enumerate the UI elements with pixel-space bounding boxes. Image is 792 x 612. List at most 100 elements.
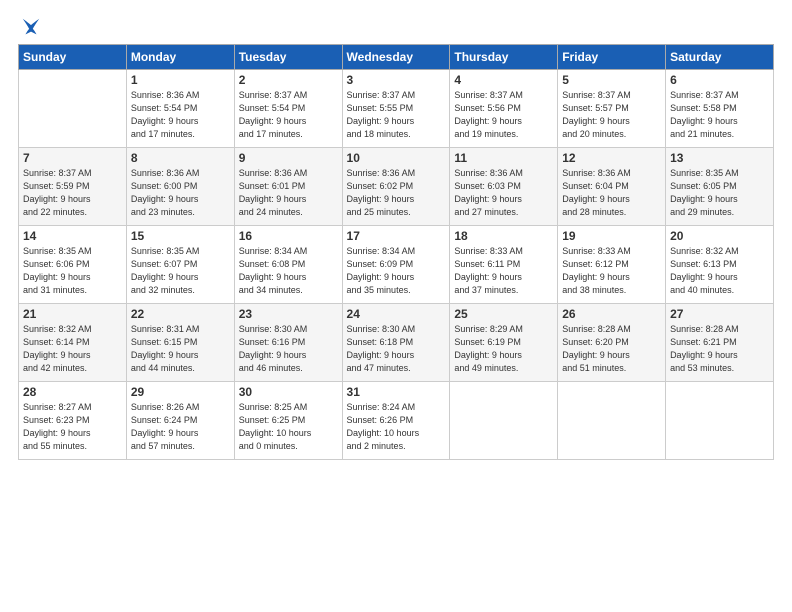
cell-content: Sunrise: 8:36 AM Sunset: 6:01 PM Dayligh… [239, 167, 338, 219]
calendar-cell [666, 382, 774, 460]
calendar-cell: 23 Sunrise: 8:30 AM Sunset: 6:16 PM Dayli… [234, 304, 342, 382]
cell-content: Sunrise: 8:36 AM Sunset: 6:00 PM Dayligh… [131, 167, 230, 219]
calendar-cell: 13Sunrise: 8:35 AM Sunset: 6:05 PM Dayli… [666, 148, 774, 226]
calendar-cell: 19 Sunrise: 8:33 AM Sunset: 6:12 PM Dayli… [558, 226, 666, 304]
day-number: 14 [23, 229, 122, 243]
calendar-cell: 4 Sunrise: 8:37 AM Sunset: 5:56 PM Daylig… [450, 70, 558, 148]
calendar-cell: 21 Sunrise: 8:32 AM Sunset: 6:14 PM Dayli… [19, 304, 127, 382]
day-number: 7 [23, 151, 122, 165]
page: SundayMondayTuesdayWednesdayThursdayFrid… [0, 0, 792, 612]
day-number: 19 [562, 229, 661, 243]
day-number: 31 [347, 385, 446, 399]
calendar-cell: 15 Sunrise: 8:35 AM Sunset: 6:07 PM Dayli… [126, 226, 234, 304]
day-number: 27 [670, 307, 769, 321]
cell-content: Sunrise: 8:37 AM Sunset: 5:56 PM Dayligh… [454, 89, 553, 141]
cell-content: Sunrise: 8:37 AM Sunset: 5:59 PM Dayligh… [23, 167, 122, 219]
weekday-header-thursday: Thursday [450, 45, 558, 70]
week-row-4: 21 Sunrise: 8:32 AM Sunset: 6:14 PM Dayli… [19, 304, 774, 382]
day-number: 25 [454, 307, 553, 321]
calendar-cell: 9 Sunrise: 8:36 AM Sunset: 6:01 PM Daylig… [234, 148, 342, 226]
cell-content: Sunrise: 8:30 AM Sunset: 6:16 PM Dayligh… [239, 323, 338, 375]
calendar-cell [450, 382, 558, 460]
calendar-cell: 11 Sunrise: 8:36 AM Sunset: 6:03 PM Dayli… [450, 148, 558, 226]
cell-content: Sunrise: 8:27 AM Sunset: 6:23 PM Dayligh… [23, 401, 122, 453]
calendar-cell: 14Sunrise: 8:35 AM Sunset: 6:06 PM Dayli… [19, 226, 127, 304]
calendar-cell: 8 Sunrise: 8:36 AM Sunset: 6:00 PM Daylig… [126, 148, 234, 226]
day-number: 4 [454, 73, 553, 87]
cell-content: Sunrise: 8:32 AM Sunset: 6:13 PM Dayligh… [670, 245, 769, 297]
day-number: 17 [347, 229, 446, 243]
day-number: 2 [239, 73, 338, 87]
day-number: 26 [562, 307, 661, 321]
cell-content: Sunrise: 8:31 AM Sunset: 6:15 PM Dayligh… [131, 323, 230, 375]
day-number: 3 [347, 73, 446, 87]
calendar-table: SundayMondayTuesdayWednesdayThursdayFrid… [18, 44, 774, 460]
calendar-cell: 27Sunrise: 8:28 AM Sunset: 6:21 PM Dayli… [666, 304, 774, 382]
calendar-cell: 22 Sunrise: 8:31 AM Sunset: 6:15 PM Dayli… [126, 304, 234, 382]
week-row-5: 28 Sunrise: 8:27 AM Sunset: 6:23 PM Dayli… [19, 382, 774, 460]
weekday-header-monday: Monday [126, 45, 234, 70]
weekday-header-friday: Friday [558, 45, 666, 70]
weekday-header-row: SundayMondayTuesdayWednesdayThursdayFrid… [19, 45, 774, 70]
calendar-cell: 6Sunrise: 8:37 AM Sunset: 5:58 PM Daylig… [666, 70, 774, 148]
cell-content: Sunrise: 8:32 AM Sunset: 6:14 PM Dayligh… [23, 323, 122, 375]
calendar-cell: 7 Sunrise: 8:37 AM Sunset: 5:59 PM Daylig… [19, 148, 127, 226]
day-number: 12 [562, 151, 661, 165]
calendar-cell: 16 Sunrise: 8:34 AM Sunset: 6:08 PM Dayli… [234, 226, 342, 304]
weekday-header-wednesday: Wednesday [342, 45, 450, 70]
calendar-cell: 30 Sunrise: 8:25 AM Sunset: 6:25 PM Dayli… [234, 382, 342, 460]
day-number: 8 [131, 151, 230, 165]
cell-content: Sunrise: 8:33 AM Sunset: 6:11 PM Dayligh… [454, 245, 553, 297]
calendar-cell [19, 70, 127, 148]
cell-content: Sunrise: 8:35 AM Sunset: 6:07 PM Dayligh… [131, 245, 230, 297]
day-number: 22 [131, 307, 230, 321]
calendar-cell: 26 Sunrise: 8:28 AM Sunset: 6:20 PM Dayli… [558, 304, 666, 382]
day-number: 9 [239, 151, 338, 165]
week-row-3: 14Sunrise: 8:35 AM Sunset: 6:06 PM Dayli… [19, 226, 774, 304]
week-row-2: 7 Sunrise: 8:37 AM Sunset: 5:59 PM Daylig… [19, 148, 774, 226]
cell-content: Sunrise: 8:26 AM Sunset: 6:24 PM Dayligh… [131, 401, 230, 453]
weekday-header-tuesday: Tuesday [234, 45, 342, 70]
day-number: 28 [23, 385, 122, 399]
cell-content: Sunrise: 8:37 AM Sunset: 5:55 PM Dayligh… [347, 89, 446, 141]
cell-content: Sunrise: 8:25 AM Sunset: 6:25 PM Dayligh… [239, 401, 338, 453]
day-number: 15 [131, 229, 230, 243]
day-number: 21 [23, 307, 122, 321]
day-number: 11 [454, 151, 553, 165]
cell-content: Sunrise: 8:36 AM Sunset: 5:54 PM Dayligh… [131, 89, 230, 141]
calendar-cell: 20 Sunrise: 8:32 AM Sunset: 6:13 PM Dayli… [666, 226, 774, 304]
cell-content: Sunrise: 8:34 AM Sunset: 6:08 PM Dayligh… [239, 245, 338, 297]
day-number: 23 [239, 307, 338, 321]
day-number: 1 [131, 73, 230, 87]
day-number: 16 [239, 229, 338, 243]
cell-content: Sunrise: 8:33 AM Sunset: 6:12 PM Dayligh… [562, 245, 661, 297]
cell-content: Sunrise: 8:34 AM Sunset: 6:09 PM Dayligh… [347, 245, 446, 297]
cell-content: Sunrise: 8:28 AM Sunset: 6:20 PM Dayligh… [562, 323, 661, 375]
cell-content: Sunrise: 8:37 AM Sunset: 5:54 PM Dayligh… [239, 89, 338, 141]
day-number: 5 [562, 73, 661, 87]
calendar-cell: 25 Sunrise: 8:29 AM Sunset: 6:19 PM Dayli… [450, 304, 558, 382]
day-number: 18 [454, 229, 553, 243]
day-number: 30 [239, 385, 338, 399]
header [18, 16, 774, 34]
calendar-cell [558, 382, 666, 460]
calendar-cell: 1 Sunrise: 8:36 AM Sunset: 5:54 PM Daylig… [126, 70, 234, 148]
calendar-cell: 31 Sunrise: 8:24 AM Sunset: 6:26 PM Dayli… [342, 382, 450, 460]
logo [18, 16, 42, 34]
calendar-cell: 29 Sunrise: 8:26 AM Sunset: 6:24 PM Dayli… [126, 382, 234, 460]
calendar-cell: 2 Sunrise: 8:37 AM Sunset: 5:54 PM Daylig… [234, 70, 342, 148]
day-number: 29 [131, 385, 230, 399]
cell-content: Sunrise: 8:29 AM Sunset: 6:19 PM Dayligh… [454, 323, 553, 375]
calendar-cell: 10 Sunrise: 8:36 AM Sunset: 6:02 PM Dayli… [342, 148, 450, 226]
weekday-header-sunday: Sunday [19, 45, 127, 70]
day-number: 20 [670, 229, 769, 243]
calendar-cell: 18 Sunrise: 8:33 AM Sunset: 6:11 PM Dayli… [450, 226, 558, 304]
cell-content: Sunrise: 8:36 AM Sunset: 6:02 PM Dayligh… [347, 167, 446, 219]
cell-content: Sunrise: 8:24 AM Sunset: 6:26 PM Dayligh… [347, 401, 446, 453]
cell-content: Sunrise: 8:36 AM Sunset: 6:03 PM Dayligh… [454, 167, 553, 219]
day-number: 10 [347, 151, 446, 165]
calendar-cell: 17 Sunrise: 8:34 AM Sunset: 6:09 PM Dayli… [342, 226, 450, 304]
logo-bird-icon [20, 16, 42, 38]
calendar-cell: 28 Sunrise: 8:27 AM Sunset: 6:23 PM Dayli… [19, 382, 127, 460]
day-number: 24 [347, 307, 446, 321]
